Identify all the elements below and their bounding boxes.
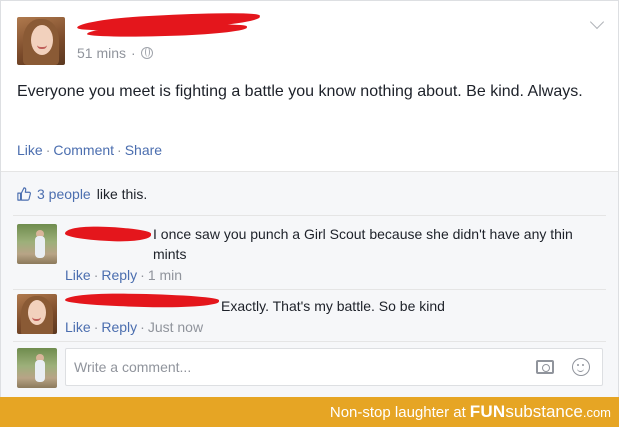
comment-composer[interactable] xyxy=(65,348,603,386)
emoji-icon[interactable] xyxy=(572,358,590,376)
post-actions: Like · Comment · Share xyxy=(17,142,163,158)
chevron-down-icon[interactable] xyxy=(589,14,605,30)
reply-avatar[interactable] xyxy=(17,294,57,334)
reply-reply-link[interactable]: Reply xyxy=(101,319,137,335)
globe-icon xyxy=(140,47,153,59)
commenter-avatar[interactable] xyxy=(17,224,57,264)
like-link[interactable]: Like xyxy=(17,142,43,158)
comment-like-link[interactable]: Like xyxy=(65,267,91,283)
footer-brand-tld: .com xyxy=(582,404,611,420)
footer-brand-bold: FUN xyxy=(469,402,506,421)
post-meta: 51 mins · xyxy=(77,45,153,61)
reply-actions: Like · Reply · Just now xyxy=(65,319,204,335)
comment-link[interactable]: Comment xyxy=(53,142,114,158)
redacted-reply-name xyxy=(64,292,220,309)
poster-avatar[interactable] xyxy=(17,17,65,65)
post-timestamp[interactable]: 51 mins xyxy=(77,45,126,61)
comment-reply-link[interactable]: Reply xyxy=(101,267,137,283)
divider xyxy=(13,215,606,216)
composer-avatar xyxy=(17,348,57,388)
comment-text: I once saw you punch a Girl Scout becaus… xyxy=(153,226,573,262)
footer-prefix: Non-stop laughter at xyxy=(329,403,466,421)
likes-count-link[interactable]: 3 people xyxy=(37,186,91,202)
reply-like-link[interactable]: Like xyxy=(65,319,91,335)
feedback-section: 3 people like this. I once saw you punch… xyxy=(1,171,618,398)
likes-suffix: like this. xyxy=(96,186,148,202)
redacted-commenter-name xyxy=(64,225,152,243)
divider xyxy=(13,289,606,290)
watermark-footer: Non-stop laughter at FUN substance .com xyxy=(0,397,619,427)
comment-input[interactable] xyxy=(66,349,506,385)
share-link[interactable]: Share xyxy=(125,142,162,158)
thumbs-up-icon xyxy=(17,187,31,201)
reply-text: Exactly. That's my battle. So be kind xyxy=(221,298,445,314)
camera-icon[interactable] xyxy=(536,360,554,374)
footer-brand-light: substance xyxy=(505,402,583,421)
post-text: Everyone you meet is fighting a battle y… xyxy=(17,83,583,100)
comment-actions: Like · Reply · 1 min xyxy=(65,267,183,283)
comment-time[interactable]: 1 min xyxy=(148,267,182,283)
post-card: 51 mins · Everyone you meet is fighting … xyxy=(0,0,619,398)
reply-time[interactable]: Just now xyxy=(148,319,203,335)
likes-summary: 3 people like this. xyxy=(17,186,147,202)
divider xyxy=(13,341,606,342)
